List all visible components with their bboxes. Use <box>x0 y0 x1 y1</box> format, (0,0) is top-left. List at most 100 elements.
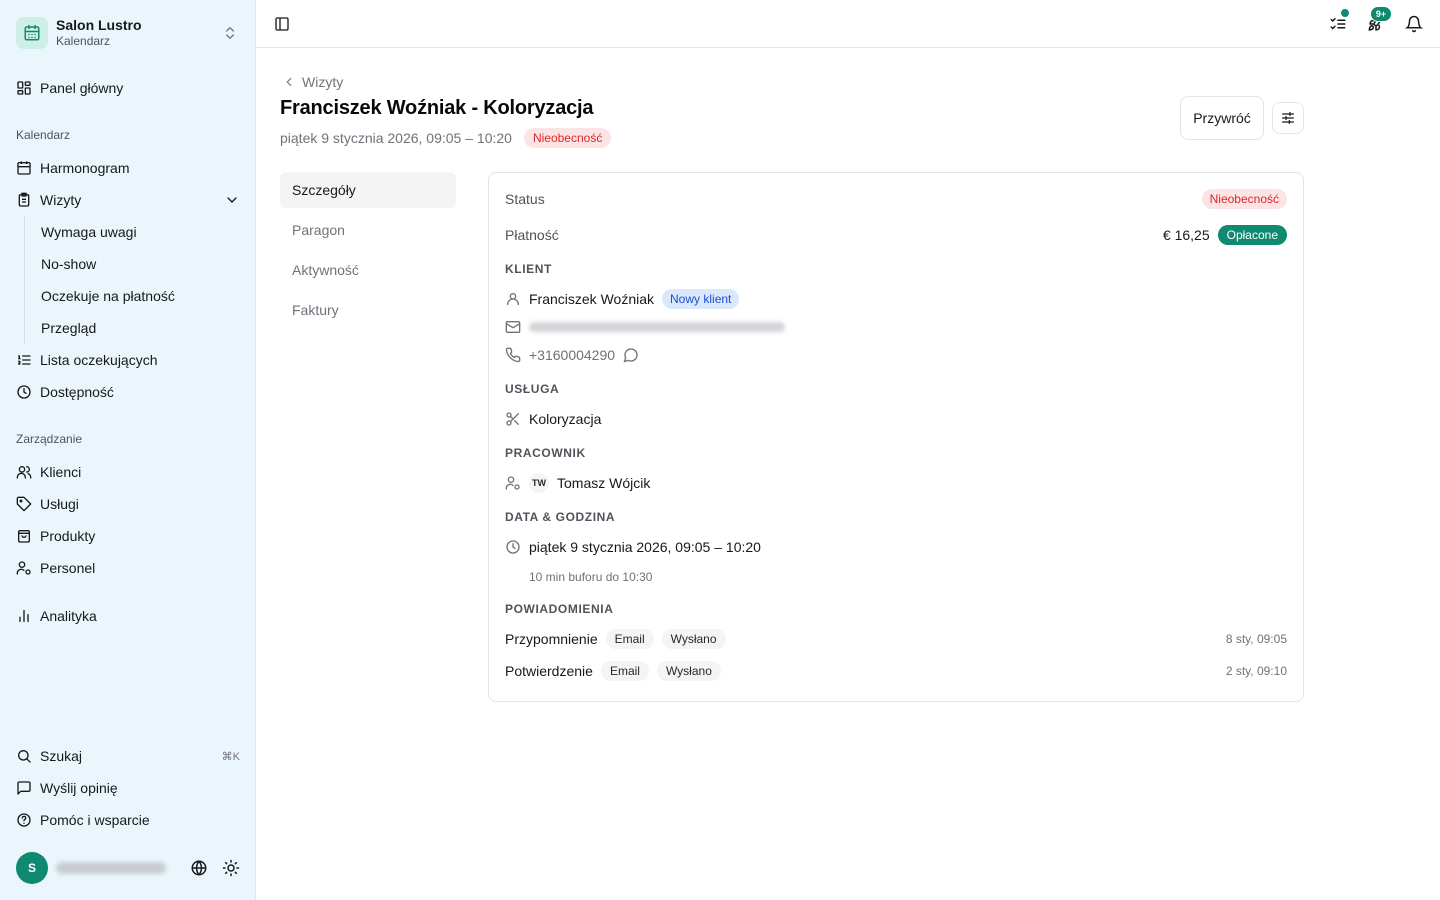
avatar: S <box>16 852 48 884</box>
sidebar-item-label: Klienci <box>40 464 82 480</box>
sidebar-item-clients[interactable]: Klienci <box>16 460 240 484</box>
search-icon <box>18 750 31 763</box>
workspace-switcher[interactable]: Salon Lustro Kalendarz <box>16 16 240 50</box>
staff-section-title: PRACOWNIK <box>505 446 586 460</box>
status-row: Status Nieobecność <box>505 189 1287 209</box>
notification-name: Potwierdzenie <box>505 663 593 679</box>
sidebar-item-products[interactable]: Produkty <box>16 524 240 548</box>
layout-grid-icon <box>17 81 31 95</box>
breadcrumb[interactable]: Wizyty <box>282 72 343 92</box>
payment-label: Płatność <box>505 227 559 243</box>
sidebar-item-schedule[interactable]: Harmonogram <box>16 156 240 180</box>
tab-details[interactable]: Szczegóły <box>280 172 456 208</box>
status-badge: Nieobecność <box>523 128 612 148</box>
user-icon <box>507 293 519 305</box>
sidebar-item-dashboard[interactable]: Panel główny <box>16 76 240 100</box>
workspace-name: Salon Lustro <box>56 17 142 33</box>
sidebar-item-label: Harmonogram <box>40 160 130 176</box>
user-cog-icon <box>505 476 520 490</box>
notification-channel-badge: Email <box>600 661 649 681</box>
notification-state-badge: Wysłano <box>656 661 721 681</box>
sidebar-item-label: Wyślij opinię <box>40 780 118 796</box>
options-button[interactable] <box>1272 102 1304 134</box>
user-menu[interactable]: S <box>16 852 240 884</box>
whatsapp-icon[interactable] <box>623 347 639 363</box>
notifications-section-title: POWIADOMIENIA <box>505 602 614 616</box>
datetime-section-title: DATA & GODZINA <box>505 510 616 524</box>
sidebar-subitem-no-show[interactable]: No-show <box>41 252 96 276</box>
staff-avatar: TW <box>529 473 549 493</box>
service-row: Koloryzacja <box>505 409 1287 429</box>
sidebar-subitem-overview[interactable]: Przegląd <box>41 316 96 340</box>
calendar-icon <box>17 161 31 175</box>
sidebar-item-staff[interactable]: Personel <box>16 556 240 580</box>
sidebar-subitem-awaiting-payment[interactable]: Oczekuje na płatność <box>41 284 175 308</box>
detail-tabs: Szczegóły Paragon Aktywność Faktury <box>280 172 456 332</box>
client-name-link[interactable]: Franciszek Woźniak <box>529 291 654 307</box>
sidebar-item-label: Personel <box>40 560 96 576</box>
sliders-icon <box>1282 112 1294 124</box>
user-name-redacted <box>56 862 166 874</box>
main-content: 9+ Wizyty Franciszek Woźniak - Koloryzac… <box>256 0 1440 900</box>
bell-icon <box>1405 15 1423 33</box>
notification-state-badge: Wysłano <box>661 629 726 649</box>
sidebar-item-analytics[interactable]: Analityka <box>16 604 240 628</box>
clock-icon <box>506 540 520 554</box>
buffer-note-text: 10 min buforu do 10:30 <box>529 570 653 584</box>
sidebar-toggle-icon[interactable] <box>274 16 290 32</box>
status-value-badge: Nieobecność <box>1201 189 1287 209</box>
tab-receipt[interactable]: Paragon <box>280 212 456 248</box>
sidebar-item-feedback[interactable]: Wyślij opinię <box>16 776 240 800</box>
datetime-value: piątek 9 stycznia 2026, 09:05 – 10:20 <box>529 539 761 555</box>
chevrons-up-down-icon <box>226 27 234 39</box>
tag-icon <box>16 496 32 512</box>
bar-chart-icon <box>19 610 29 622</box>
updates-button[interactable]: 9+ <box>1364 6 1392 36</box>
globe-icon[interactable] <box>190 859 208 877</box>
tab-activity[interactable]: Aktywność <box>280 252 456 288</box>
client-name-row: Franciszek Woźniak Nowy klient <box>505 289 1287 309</box>
sidebar-item-label: Lista oczekujących <box>40 352 158 368</box>
client-email-row <box>505 317 1287 337</box>
service-section-title: USŁUGA <box>505 382 560 396</box>
client-section-title: KLIENT <box>505 262 552 276</box>
notifications-button[interactable] <box>1402 12 1426 36</box>
staff-row: TW Tomasz Wójcik <box>505 473 1287 493</box>
sun-icon[interactable] <box>222 859 240 877</box>
tasks-button[interactable] <box>1326 8 1350 36</box>
sidebar-item-search[interactable]: Szukaj ⌘K <box>16 744 240 768</box>
client-phone[interactable]: +3160004290 <box>529 347 615 363</box>
list-ordered-icon <box>17 355 31 365</box>
sidebar-item-availability[interactable]: Dostępność <box>16 380 240 404</box>
sidebar-item-label: Wizyty <box>40 192 82 208</box>
sidebar-item-appointments[interactable]: Wizyty <box>16 188 240 212</box>
sidebar-item-help[interactable]: Pomóc i wsparcie <box>16 808 240 832</box>
topbar-actions: 9+ <box>1326 6 1440 36</box>
notification-row: Przypomnienie Email Wysłano 8 sty, 09:05 <box>505 629 1287 649</box>
users-icon <box>16 466 32 479</box>
notification-channel-badge: Email <box>605 629 654 649</box>
workspace-label: Salon Lustro Kalendarz <box>56 17 222 49</box>
details-card: Status Nieobecność Płatność € 16,25 Opła… <box>488 172 1304 702</box>
client-phone-row: +3160004290 <box>505 345 1287 365</box>
sidebar-item-services[interactable]: Usługi <box>16 492 240 516</box>
notification-time: 8 sty, 09:05 <box>1225 632 1287 646</box>
shopping-bag-icon <box>18 530 30 543</box>
sidebar-item-waitlist[interactable]: Lista oczekujących <box>16 348 240 372</box>
tasks-indicator-dot <box>1340 8 1350 18</box>
workspace-sub: Kalendarz <box>56 34 111 48</box>
restore-button[interactable]: Przywróć <box>1180 96 1264 140</box>
clock-icon <box>17 385 31 399</box>
user-cog-icon <box>16 561 31 575</box>
sidebar-item-label: Pomóc i wsparcie <box>40 812 150 828</box>
payment-status-badge: Opłacone <box>1217 225 1287 245</box>
sidebar-item-label: Produkty <box>40 528 96 544</box>
notification-name: Przypomnienie <box>505 631 598 647</box>
sidebar-subitem-needs-attention[interactable]: Wymaga uwagi <box>41 220 137 244</box>
tab-invoices[interactable]: Faktury <box>280 292 456 328</box>
sidebar-item-label: Usługi <box>40 496 79 512</box>
datetime-row: piątek 9 stycznia 2026, 09:05 – 10:20 <box>505 537 1287 557</box>
sidebar-item-label: Analityka <box>40 608 97 624</box>
appointment-datetime: piątek 9 stycznia 2026, 09:05 – 10:20 Ni… <box>280 128 612 148</box>
page-title: Franciszek Woźniak - Koloryzacja <box>280 97 594 119</box>
